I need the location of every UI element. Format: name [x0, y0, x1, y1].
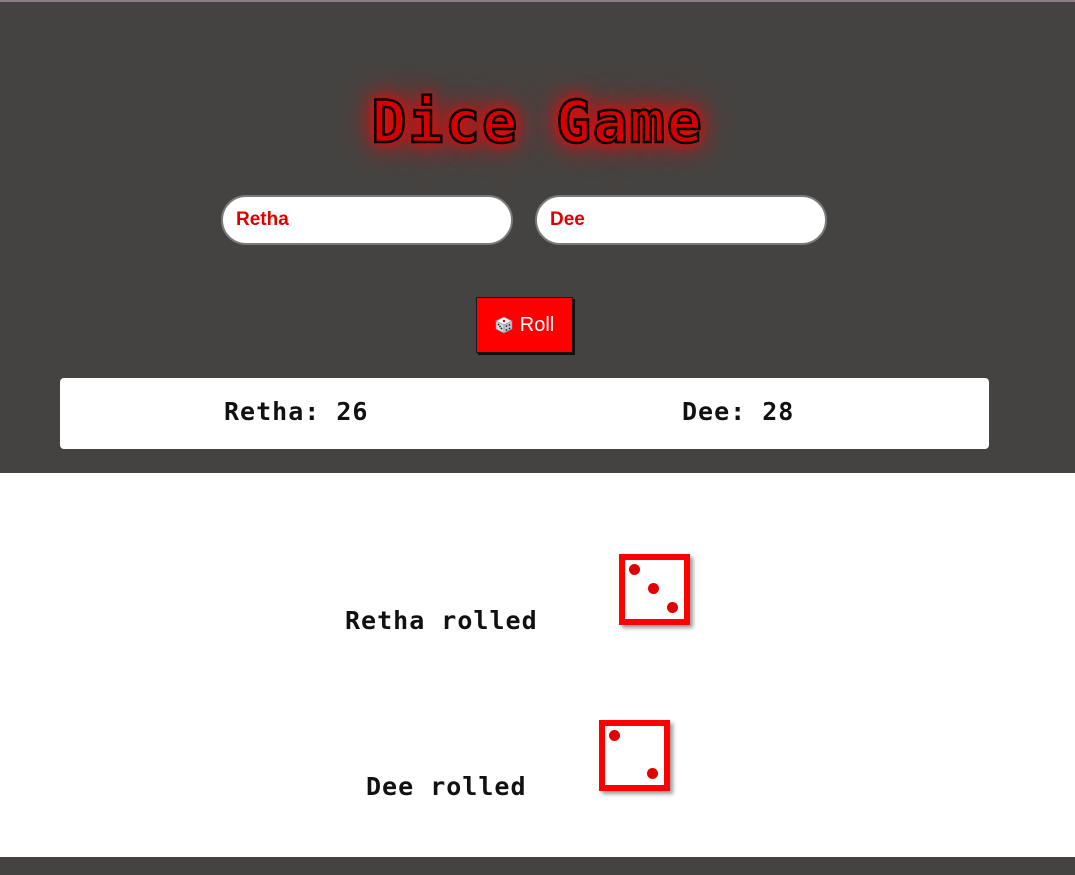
scoreboard: Retha: 26 Dee: 28 [60, 378, 989, 449]
roll-button-label: Roll [519, 313, 555, 336]
roll-button[interactable]: Roll [476, 297, 573, 353]
die-pip [629, 564, 640, 575]
player2-score: Dee: 28 [682, 397, 795, 426]
player2-result-label: Dee rolled [366, 772, 527, 801]
die-pip [648, 583, 659, 594]
header: Dice Game Roll Retha: 26 Dee: 28 [0, 2, 1075, 473]
footer [0, 857, 1075, 875]
die-pip [609, 730, 620, 741]
player1-die-icon [619, 554, 690, 625]
die-pip [667, 602, 678, 613]
player1-name-input[interactable] [221, 195, 513, 245]
player2-name-input[interactable] [535, 195, 827, 245]
game-die-icon [495, 316, 513, 334]
player1-result-label: Retha rolled [345, 606, 538, 635]
die-pip [647, 768, 658, 779]
page-title: Dice Game [370, 87, 704, 158]
player1-score: Retha: 26 [224, 397, 369, 426]
player2-die-icon [599, 720, 670, 791]
